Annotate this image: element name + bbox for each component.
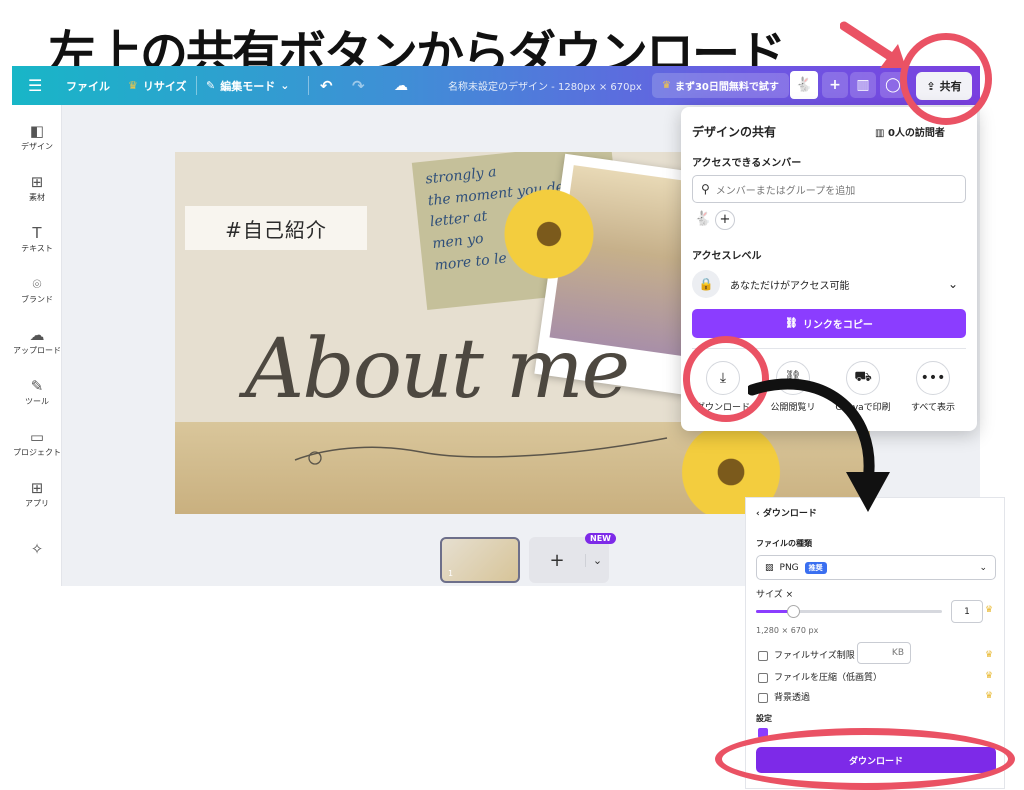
size-input[interactable]: 1: [951, 600, 983, 623]
page-thumbnail[interactable]: 1: [440, 537, 520, 583]
copy-link-label: リンクをコピー: [802, 320, 873, 331]
sidebar-item-apps[interactable]: ⊞ アプリ: [12, 478, 62, 509]
sidebar-item-tools[interactable]: ✎ ツール: [12, 376, 62, 407]
file-type-label: ファイルの種類: [756, 539, 812, 548]
share-panel-title: デザインの共有: [692, 125, 777, 139]
sidebar-item-design[interactable]: ◧ デザイン: [12, 121, 62, 152]
sidebar-item-label: アップロード: [13, 346, 61, 355]
transparent-background-checkbox[interactable]: 背景透過: [758, 690, 810, 703]
folder-icon: ▭: [29, 428, 45, 446]
compress-checkbox[interactable]: ファイルを圧縮（低画質）: [758, 670, 882, 683]
crown-icon: ♛: [985, 671, 994, 681]
file-type-dropdown[interactable]: ▨ PNG 推奨 ⌄: [756, 555, 996, 580]
upload-icon: ☁: [29, 326, 45, 344]
free-trial-button[interactable]: ♛ まず30日間無料で試す: [652, 73, 789, 98]
sidebar-item-uploads[interactable]: ☁ アップロード: [12, 325, 62, 356]
search-icon: ⚲: [701, 182, 710, 196]
crown-icon: ♛: [128, 79, 138, 92]
apps-icon: ⊞: [30, 479, 44, 497]
avatar: 🐇: [694, 211, 712, 227]
chevron-down-icon: ⌄: [280, 79, 290, 92]
annotation-arrow-next-step: [748, 378, 890, 512]
crown-icon: ♛: [985, 650, 994, 660]
image-icon: ▨: [765, 562, 774, 573]
see-all-action[interactable]: ••• すべて表示: [901, 361, 965, 413]
pen-icon: ✎: [30, 377, 44, 395]
crown-icon: ♛: [662, 80, 671, 91]
yellow-flower-image: [497, 182, 601, 286]
crown-icon: ♛: [985, 691, 994, 701]
crown-icon: ♛: [985, 605, 994, 615]
page-number: 1: [448, 569, 454, 578]
member-search-placeholder: メンバーまたはグループを追加: [715, 185, 856, 197]
sidebar-item-label: 素材: [29, 193, 45, 202]
size-slider[interactable]: [756, 605, 942, 618]
limit-size-checkbox[interactable]: ファイルサイズ制限: [758, 648, 855, 661]
about-me-title[interactable]: About me: [245, 322, 630, 417]
action-label: すべて表示: [910, 403, 955, 413]
brand-icon: ⌾: [32, 275, 42, 293]
access-level-value: あなただけがアクセス可能: [730, 280, 850, 292]
chevron-down-icon[interactable]: ⌄: [585, 553, 609, 567]
visitors-count[interactable]: ▥ 0人の訪問者: [875, 124, 945, 139]
kb-input[interactable]: KB: [857, 642, 911, 664]
annotation-ellipse-download-button: [715, 728, 1015, 790]
more-icon: •••: [916, 361, 950, 395]
resize-button[interactable]: ♛ リサイズ: [128, 66, 187, 105]
lock-icon: 🔒: [692, 270, 720, 298]
pencil-icon: ✎: [206, 79, 216, 92]
chevron-down-icon: ⌄: [947, 277, 958, 291]
redo-icon[interactable]: ↷: [352, 66, 365, 105]
sidebar-item-label: ブランド: [21, 295, 53, 304]
sidebar-item-text[interactable]: T テキスト: [12, 223, 62, 254]
sidebar-item-label: アプリ: [25, 499, 49, 508]
file-menu[interactable]: ファイル: [66, 66, 110, 105]
chevron-down-icon: ⌄: [979, 562, 987, 573]
sidebar-item-label: プロジェクト: [13, 448, 61, 457]
dimensions-text: 1,280 × 670 px: [756, 626, 819, 635]
sidebar-item-elements[interactable]: ⊞ 素材: [12, 172, 62, 203]
edit-mode-dropdown[interactable]: ✎ 編集モード ⌄: [206, 66, 289, 105]
edit-mode-label: 編集モード: [220, 79, 276, 93]
undo-icon[interactable]: ↶: [320, 66, 333, 105]
add-member-icon[interactable]: +: [715, 210, 735, 230]
size-label: サイズ ×: [756, 590, 794, 600]
member-search-input[interactable]: ⚲ メンバーまたはグループを追加: [692, 175, 966, 203]
bar-chart-icon: ▥: [875, 128, 888, 139]
plus-icon: +: [549, 549, 565, 571]
annotation-arrow-share: [840, 21, 906, 68]
members-label: アクセスできるメンバー: [692, 158, 802, 169]
settings-label: 設定: [756, 714, 772, 723]
sidebar-item-projects[interactable]: ▭ プロジェクト: [12, 427, 62, 458]
flourish-line: [294, 437, 668, 465]
sidebar-item-label: テキスト: [21, 244, 53, 253]
divider: [308, 76, 309, 95]
tag-text-box[interactable]: #自己紹介: [185, 206, 367, 250]
resize-label: リサイズ: [142, 79, 187, 93]
layout-icon: ◧: [29, 122, 45, 140]
recommended-badge: 推奨: [804, 561, 827, 574]
slider-handle[interactable]: [787, 605, 801, 618]
shapes-icon: ⊞: [30, 173, 44, 191]
divider: [196, 76, 197, 95]
sidebar-item-brand[interactable]: ⌾ ブランド: [12, 274, 62, 305]
top-toolbar: ☰ ファイル ♛ リサイズ ✎ 編集モード ⌄ ↶ ↷ ☁ 名称未設定のデザイン…: [12, 66, 980, 105]
document-title[interactable]: 名称未設定のデザイン - 1280px × 670px: [448, 66, 642, 105]
access-level-label: アクセスレベル: [692, 251, 762, 262]
free-trial-label: まず30日間無料で試す: [674, 82, 779, 93]
menu-icon[interactable]: ☰: [28, 66, 42, 105]
access-level-dropdown[interactable]: 🔒 あなただけがアクセス可能 ⌄: [692, 269, 966, 299]
sidebar-item-label: ツール: [25, 397, 49, 406]
link-icon: ⛓: [785, 318, 798, 329]
avatar[interactable]: 🐇: [790, 71, 818, 99]
sidebar-item-label: デザイン: [21, 142, 53, 151]
cloud-save-icon[interactable]: ☁: [394, 66, 408, 105]
text-icon: T: [32, 224, 42, 242]
new-badge: NEW: [585, 533, 616, 544]
magic-media-icon[interactable]: ✧: [12, 539, 62, 559]
file-type-value: PNG: [779, 562, 799, 573]
left-sidebar: ◧ デザイン ⊞ 素材 T テキスト ⌾ ブランド ☁ アップロード ✎ ツール…: [12, 105, 62, 586]
copy-link-button[interactable]: ⛓ リンクをコピー: [692, 309, 966, 338]
